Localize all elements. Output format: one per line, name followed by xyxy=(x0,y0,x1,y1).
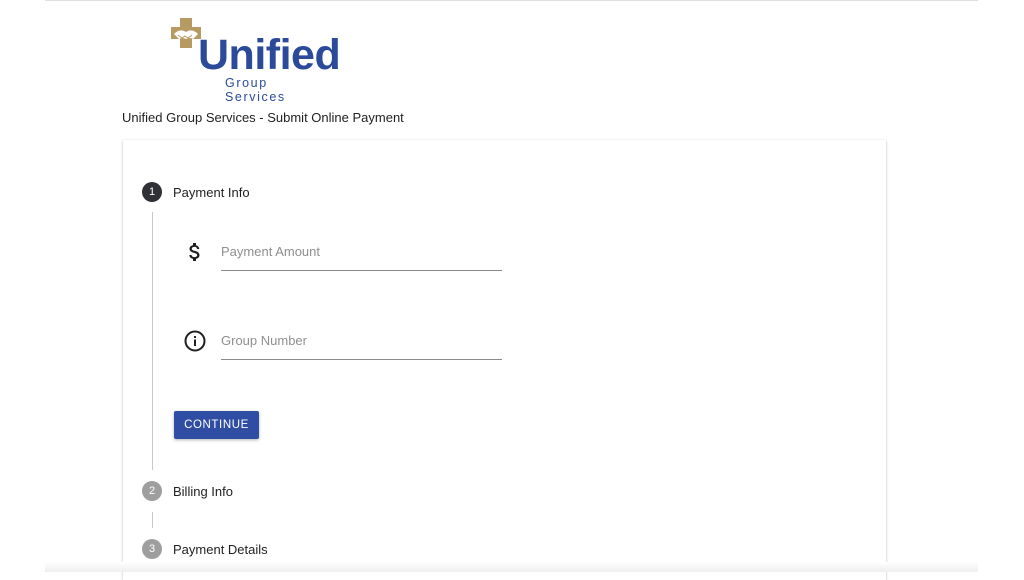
step-number-badge: 3 xyxy=(142,539,162,559)
continue-button[interactable]: CONTINUE xyxy=(174,411,259,439)
step-label: Payment Details xyxy=(173,541,268,557)
step-label: Payment Info xyxy=(173,184,250,200)
logo-tagline: Group Services xyxy=(225,76,286,104)
group-number-field[interactable] xyxy=(221,327,502,360)
bottom-edge xyxy=(45,562,978,572)
step-label: Billing Info xyxy=(173,483,233,499)
page-title: Unified Group Services - Submit Online P… xyxy=(122,110,404,125)
step-connector-line xyxy=(152,512,153,528)
payment-amount-input[interactable] xyxy=(221,244,502,259)
step-number-badge: 2 xyxy=(142,481,162,501)
step-number-badge: 1 xyxy=(142,182,162,202)
info-icon xyxy=(184,330,206,352)
company-logo: Unified Group Services xyxy=(170,17,341,104)
dollar-icon xyxy=(189,243,200,261)
step-payment-info[interactable]: 1 Payment Info xyxy=(142,182,250,202)
step-billing-info[interactable]: 2 Billing Info xyxy=(142,481,233,501)
step-payment-details[interactable]: 3 Payment Details xyxy=(142,539,268,559)
payment-amount-field[interactable] xyxy=(221,238,502,271)
group-number-input[interactable] xyxy=(221,333,502,348)
logo-wordmark: Unified xyxy=(198,31,341,79)
step-connector-line xyxy=(152,212,153,470)
payment-card: 1 Payment Info CONTINUE 2 Billing Info 3… xyxy=(123,140,886,580)
